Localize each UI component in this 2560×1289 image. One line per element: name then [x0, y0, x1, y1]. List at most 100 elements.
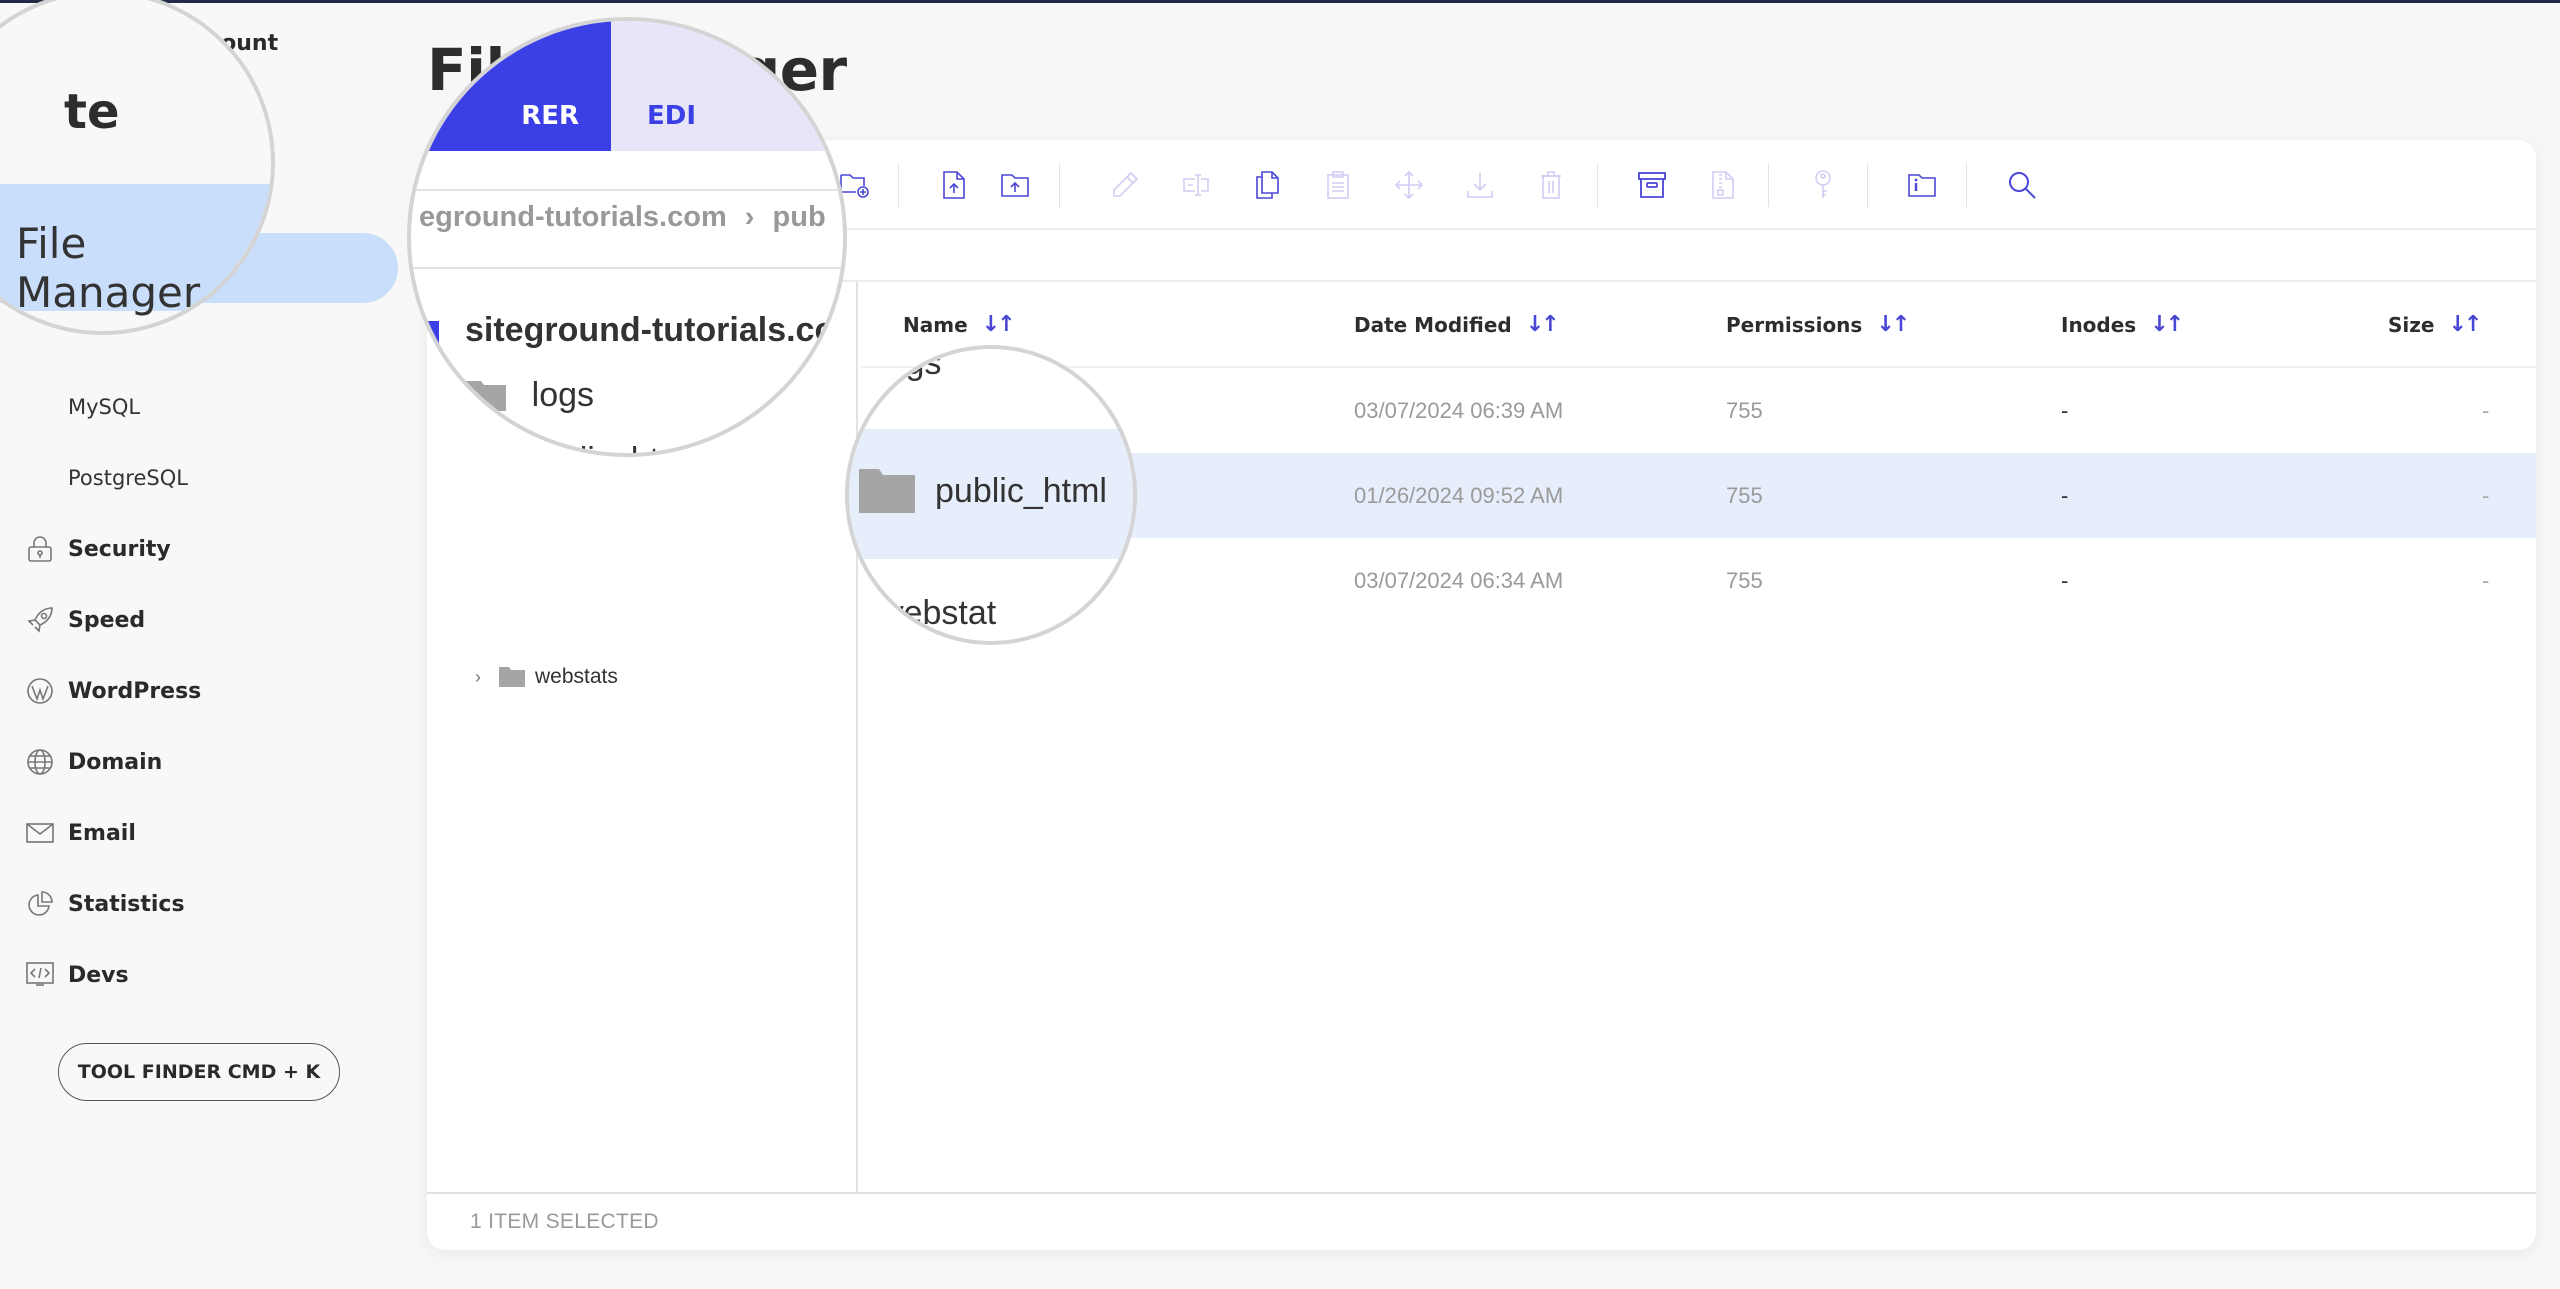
row-inodes: -: [2061, 482, 2069, 508]
rename-button[interactable]: [1176, 165, 1216, 205]
folder-icon: [411, 316, 439, 345]
trash-icon: [1541, 171, 1561, 199]
wordpress-icon: [26, 677, 54, 705]
upload-file-button[interactable]: [934, 165, 974, 205]
folder-info-icon: [1908, 174, 1936, 197]
folder-info-button[interactable]: [1902, 165, 1942, 205]
pencil-icon: [1113, 171, 1139, 197]
download-button[interactable]: [1460, 165, 1500, 205]
column-header-inodes[interactable]: Inodes ↓↑: [2061, 312, 2184, 337]
permissions-button[interactable]: [1803, 165, 1843, 205]
sidebar-subitem-mysql[interactable]: MySQL: [68, 395, 140, 419]
tab-editor[interactable]: EDI: [611, 21, 843, 151]
toolbar-separator: [1597, 163, 1598, 207]
sidebar-subitem-postgresql[interactable]: PostgreSQL: [68, 466, 188, 490]
toolbar-separator: [898, 163, 899, 207]
move-arrows-icon: [1395, 171, 1423, 199]
chevron-right-icon[interactable]: ›: [475, 667, 489, 688]
folder-plus-icon: [840, 174, 869, 198]
paste-button[interactable]: [1318, 165, 1358, 205]
file-upload-icon: [943, 171, 965, 199]
copy-button[interactable]: [1247, 165, 1287, 205]
row-date: 01/26/2024 09:52 AM: [1354, 482, 1564, 508]
sidebar-item-speed[interactable]: Speed: [26, 606, 145, 634]
copy-icon: [1256, 171, 1279, 199]
tree-item-webstats[interactable]: › webstats: [475, 665, 618, 689]
sidebar-item-domain[interactable]: Domain: [26, 748, 162, 776]
folder-icon: [859, 469, 915, 513]
list-item-webstats[interactable]: webstat: [879, 594, 996, 633]
sort-icon[interactable]: ↓↑: [982, 312, 1016, 337]
toolbar-separator: [1966, 163, 1967, 207]
toolbar-separator: [1867, 163, 1868, 207]
folder-upload-icon: [1001, 174, 1029, 197]
row-inodes: -: [2061, 397, 2069, 423]
globe-icon: [26, 748, 54, 776]
row-date: 03/07/2024 06:39 AM: [1354, 397, 1564, 423]
column-header-date-modified[interactable]: Date Modified ↓↑: [1354, 312, 1560, 337]
list-item-logs[interactable]: logs: [879, 349, 941, 383]
lock-icon: [26, 535, 54, 563]
row-inodes: -: [2061, 567, 2069, 593]
breadcrumb-path[interactable]: eground-tutorials.com › pub: [419, 201, 826, 234]
sidebar-item-wordpress[interactable]: WordPress: [26, 677, 201, 705]
row-permissions: 755: [1726, 397, 1763, 423]
breadcrumb-separator-icon: ›: [744, 201, 755, 233]
list-item-public-html[interactable]: public_html: [859, 469, 1107, 513]
tree-item-logs[interactable]: › logs: [431, 376, 594, 415]
sidebar-item-statistics[interactable]: Statistics: [26, 890, 185, 918]
column-header-name[interactable]: Name ↓↑: [903, 312, 1016, 337]
sidebar-item-devs[interactable]: Devs: [26, 961, 129, 989]
move-button[interactable]: [1389, 165, 1429, 205]
folder-icon: [465, 380, 506, 411]
magnified-heading-fragment: te: [64, 84, 120, 140]
zip-file-icon: [1712, 171, 1734, 199]
sidebar-item-security[interactable]: Security: [26, 535, 171, 563]
archive-box-icon: [1638, 172, 1666, 198]
row-permissions: 755: [1726, 482, 1763, 508]
extract-button[interactable]: [1703, 165, 1743, 205]
code-monitor-icon: [26, 961, 54, 989]
toolbar-separator: [1059, 163, 1060, 207]
row-permissions: 755: [1726, 567, 1763, 593]
rocket-icon: [26, 606, 54, 634]
row-size: -: [2482, 482, 2490, 508]
clipboard-icon: [1327, 171, 1349, 199]
row-date: 03/07/2024 06:34 AM: [1354, 567, 1564, 593]
divider: [411, 267, 843, 269]
delete-button[interactable]: [1531, 165, 1571, 205]
tab-explorer[interactable]: RER: [411, 21, 611, 151]
upload-folder-button[interactable]: [995, 165, 1035, 205]
envelope-icon: [26, 819, 54, 847]
list-header: Name ↓↑ Date Modified ↓↑ Permissions ↓↑ …: [860, 282, 2536, 368]
magnifier-list: logs public_html webstat: [845, 345, 1137, 645]
download-icon: [1467, 173, 1493, 198]
row-size: -: [2482, 567, 2490, 593]
row-size: -: [2482, 397, 2490, 423]
folder-icon: [499, 667, 525, 687]
search-icon: [2009, 172, 2036, 199]
chevron-right-icon[interactable]: ›: [431, 380, 440, 411]
status-bar: 1 ITEM SELECTED: [427, 1192, 2536, 1250]
sort-icon[interactable]: ↓↑: [2448, 312, 2482, 337]
search-button[interactable]: [2002, 165, 2042, 205]
toolbar-separator: [1768, 163, 1769, 207]
sort-icon[interactable]: ↓↑: [1526, 312, 1560, 337]
selection-status: 1 ITEM SELECTED: [470, 1210, 659, 1233]
divider: [411, 189, 843, 191]
sidebar-item-file-manager[interactable]: File Manager: [16, 219, 271, 317]
archive-button[interactable]: [1632, 165, 1672, 205]
column-header-size[interactable]: Size ↓↑: [2388, 312, 2482, 337]
rename-icon: [1183, 174, 1209, 196]
magnifier-tree: RER EDI eground-tutorials.com › pub site…: [407, 17, 847, 457]
sort-icon[interactable]: ↓↑: [1876, 312, 1910, 337]
edit-button[interactable]: [1105, 165, 1145, 205]
tree-item-root[interactable]: siteground-tutorials.com: [411, 311, 843, 350]
sidebar-item-email[interactable]: Email: [26, 819, 136, 847]
key-icon: [1815, 170, 1831, 198]
sort-icon[interactable]: ↓↑: [2150, 312, 2184, 337]
magnifier-sidebar: te File Manager FTP Acco: [0, 0, 275, 335]
pie-chart-icon: [26, 890, 54, 918]
tool-finder-button[interactable]: TOOL FINDER CMD + K: [58, 1043, 340, 1101]
column-header-permissions[interactable]: Permissions ↓↑: [1726, 312, 1910, 337]
